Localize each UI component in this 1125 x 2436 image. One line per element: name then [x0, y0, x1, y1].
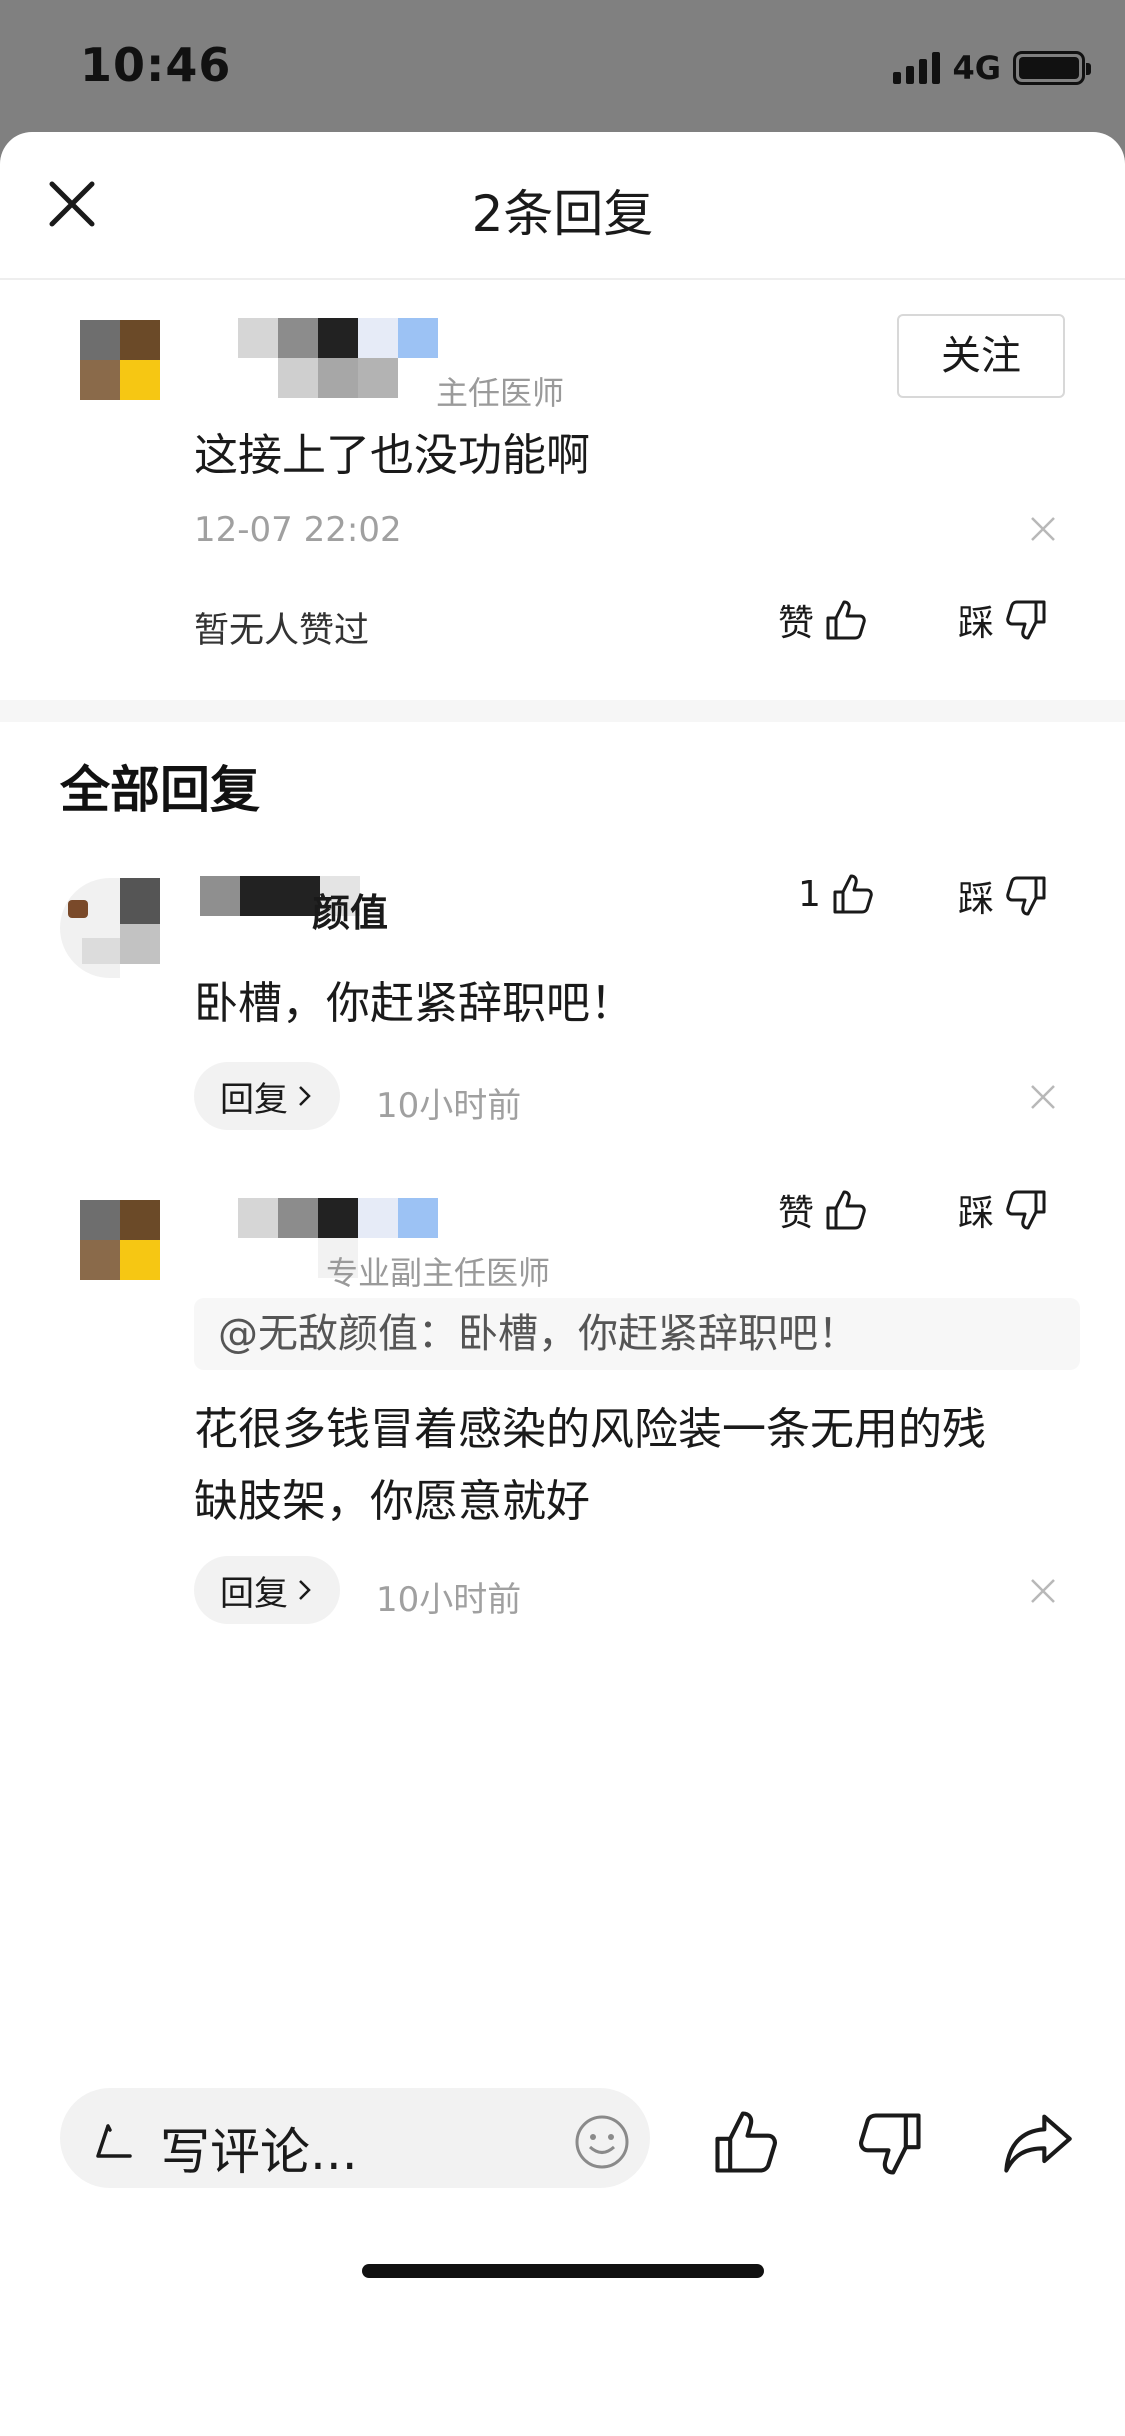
reply-text-line-2: 缺肢架，你愿意就好: [194, 1476, 590, 1527]
dismiss-x-icon[interactable]: [1028, 1576, 1058, 1606]
author-name-pixelated[interactable]: [238, 318, 438, 402]
avatar[interactable]: [80, 320, 160, 400]
like-button[interactable]: 赞: [778, 594, 870, 646]
chevron-right-icon: [299, 1580, 311, 1600]
author-name-suffix: 颜值: [312, 891, 389, 935]
home-indicator: [362, 2264, 764, 2278]
reply-text: 卧槽，你赶紧辞职吧！: [194, 978, 634, 1029]
pen-icon: [92, 2118, 136, 2166]
reply-time: 10小时前: [376, 1580, 522, 1620]
comment-text: 这接上了也没功能啊: [194, 430, 590, 481]
dislike-label: 踩: [958, 603, 995, 644]
thumbs-down-icon[interactable]: [852, 2106, 928, 2186]
reply-label: 回复: [220, 1573, 288, 1614]
battery-icon: [1013, 51, 1091, 85]
dislike-button[interactable]: 踩: [958, 594, 1050, 646]
comment-input-placeholder: 写评论...: [160, 2123, 358, 2181]
dislike-button[interactable]: 踩: [958, 870, 1050, 922]
section-title: 全部回复: [60, 761, 260, 819]
section-separator: [0, 700, 1125, 722]
reply-text-line-1: 花很多钱冒着感染的风险装一条无用的残: [194, 1404, 986, 1455]
like-button[interactable]: 赞: [778, 1184, 870, 1236]
author-role: 专业副主任医师: [326, 1254, 551, 1292]
like-label: 赞: [778, 603, 815, 644]
status-indicators: 4G: [893, 48, 1091, 88]
thumbs-down-icon: [1006, 876, 1046, 916]
thumbs-up-icon[interactable]: [708, 2104, 784, 2184]
dismiss-x-icon[interactable]: [1028, 514, 1058, 544]
signal-icon: [893, 52, 941, 84]
dismiss-x-icon[interactable]: [1028, 1082, 1058, 1112]
quoted-reply: @无敌颜值：卧槽，你赶紧辞职吧！: [194, 1298, 1080, 1370]
network-type: 4G: [952, 49, 1001, 87]
thumbs-up-icon: [826, 1190, 866, 1230]
avatar[interactable]: [60, 878, 160, 978]
like-label: 赞: [778, 1193, 815, 1234]
likes-summary: 暂无人赞过: [194, 611, 370, 651]
reply-time: 10小时前: [376, 1086, 522, 1126]
reply-button[interactable]: 回复: [194, 1556, 340, 1624]
dislike-label: 踩: [958, 879, 995, 920]
thumbs-up-icon: [826, 600, 866, 640]
replies-sheet: 2条回复 主任医师 关注 这接上了也没功能啊 12-07 22:02 暂无人赞过…: [0, 132, 1125, 2436]
avatar[interactable]: [80, 1200, 160, 1280]
reply-label: 回复: [220, 1079, 288, 1120]
thumbs-down-icon: [1006, 600, 1046, 640]
chevron-right-icon: [299, 1086, 311, 1106]
status-time: 10:46: [80, 38, 232, 92]
like-button[interactable]: 1: [798, 870, 877, 918]
comment-time: 12-07 22:02: [194, 510, 402, 550]
dislike-label: 踩: [958, 1193, 995, 1234]
emoji-icon[interactable]: [572, 2112, 632, 2176]
thumbs-down-icon: [1006, 1190, 1046, 1230]
like-count: 1: [798, 873, 821, 915]
thumbs-up-icon: [833, 874, 873, 914]
dislike-button[interactable]: 踩: [958, 1184, 1050, 1236]
header-divider: [0, 278, 1125, 280]
reply-button[interactable]: 回复: [194, 1062, 340, 1130]
sheet-title: 2条回复: [471, 185, 654, 243]
author-role: 主任医师: [436, 374, 565, 412]
share-icon[interactable]: [1000, 2104, 1076, 2184]
follow-button[interactable]: 关注: [897, 314, 1065, 398]
